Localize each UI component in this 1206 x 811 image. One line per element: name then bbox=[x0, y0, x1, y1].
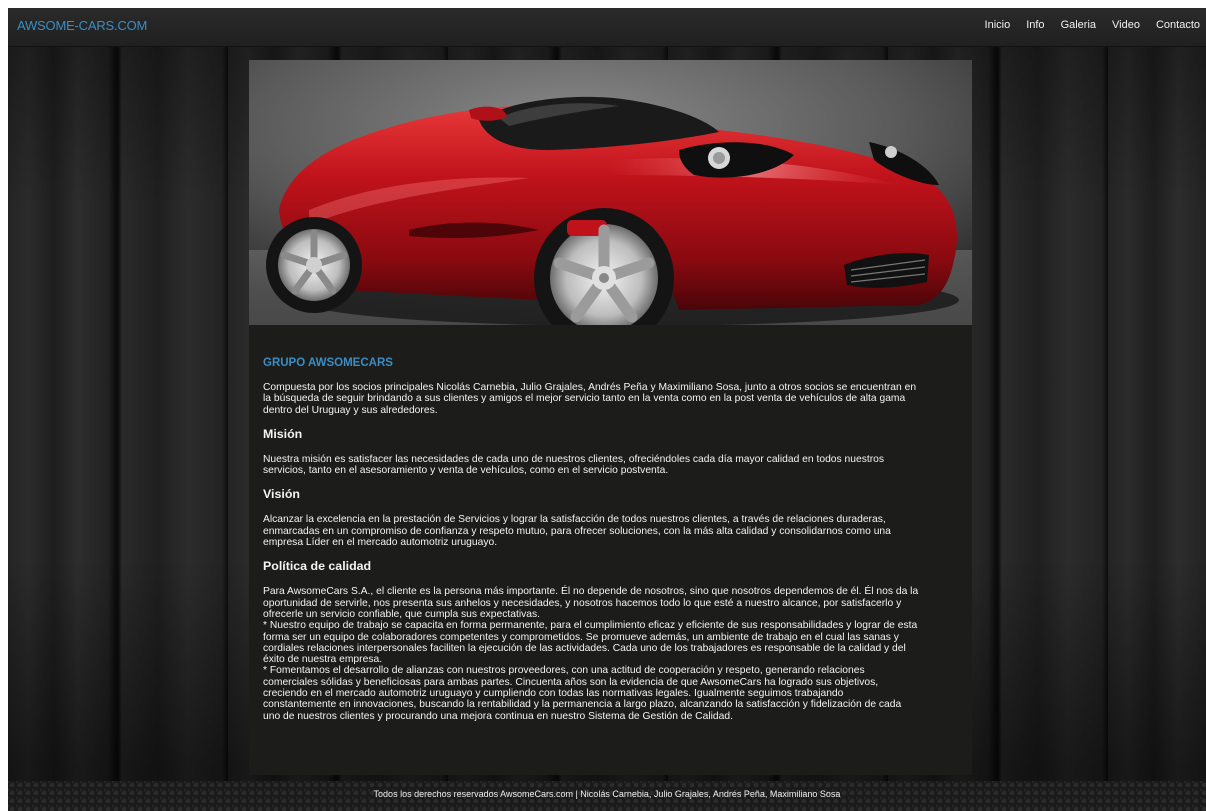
footer-copyright: Todos los derechos reservados AwsomeCars… bbox=[373, 789, 841, 799]
nav-link-galeria[interactable]: Galeria bbox=[1061, 19, 1096, 31]
page: AWSOME-CARS.COM Inicio Info Galeria Vide… bbox=[8, 8, 1206, 811]
navbar: AWSOME-CARS.COM Inicio Info Galeria Vide… bbox=[8, 8, 1206, 47]
mission-paragraph: Nuestra misión es satisfacer las necesid… bbox=[263, 453, 885, 477]
intro-paragraph: Compuesta por los socios principales Nic… bbox=[263, 382, 917, 416]
quality-policy-paragraph: Para AwsomeCars S.A., el cliente es la p… bbox=[263, 586, 919, 722]
nav-link-video[interactable]: Video bbox=[1112, 19, 1140, 31]
company-heading: GRUPO AWSOMECARS bbox=[263, 357, 393, 369]
brand-logo-link[interactable]: AWSOME-CARS.COM bbox=[17, 18, 147, 33]
vision-heading: Visión bbox=[263, 487, 300, 502]
main-content: GRUPO AWSOMECARS Compuesta por los socio… bbox=[249, 325, 972, 775]
vision-paragraph: Alcanzar la excelencia en la prestación … bbox=[263, 514, 891, 549]
quality-policy-heading: Política de calidad bbox=[263, 559, 372, 574]
mission-heading: Misión bbox=[263, 426, 303, 441]
nav-link-inicio[interactable]: Inicio bbox=[985, 19, 1011, 31]
nav-links: Inicio Info Galeria Video Contacto bbox=[969, 19, 1200, 31]
red-sports-car-image bbox=[249, 60, 972, 325]
nav-link-contacto[interactable]: Contacto bbox=[1156, 19, 1200, 31]
nav-link-info[interactable]: Info bbox=[1026, 19, 1044, 31]
hero-banner bbox=[249, 60, 972, 325]
footer: Todos los derechos reservados AwsomeCars… bbox=[8, 781, 1206, 811]
